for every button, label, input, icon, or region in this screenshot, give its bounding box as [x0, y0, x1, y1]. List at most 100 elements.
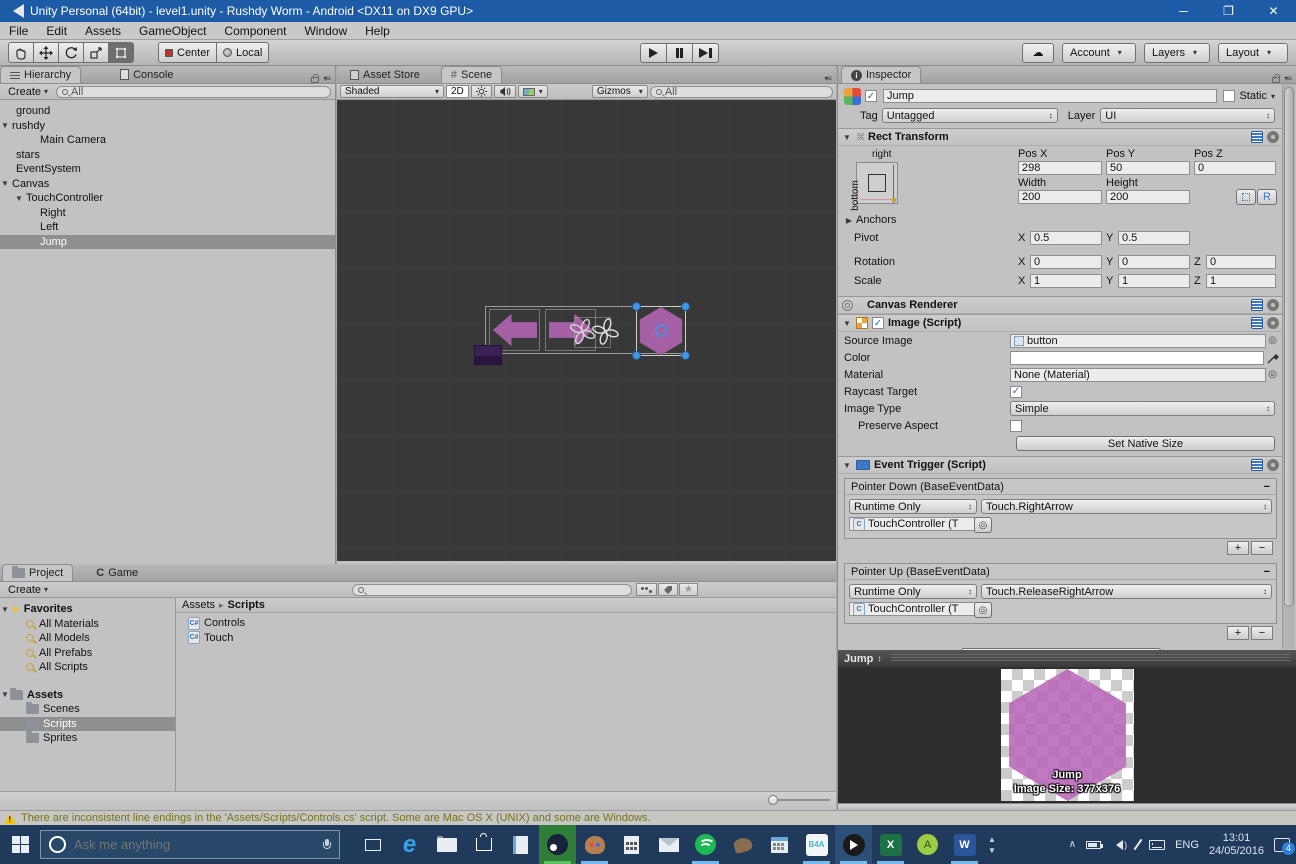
pivot-x-field[interactable]: 0.5 — [1030, 231, 1102, 245]
static-checkbox[interactable] — [1223, 90, 1235, 102]
menu-file[interactable]: File — [0, 22, 37, 40]
menu-edit[interactable]: Edit — [37, 22, 76, 40]
pos-x-field[interactable]: 298 — [1018, 161, 1102, 175]
account-dropdown[interactable]: Account▾ — [1062, 43, 1136, 63]
lock-icon[interactable] — [311, 77, 319, 83]
object-picker-button[interactable]: ◎ — [974, 517, 992, 533]
pos-z-field[interactable]: 0 — [1194, 161, 1276, 175]
draw-mode-dropdown[interactable]: Shaded▾ — [340, 85, 444, 98]
help-icon[interactable] — [1251, 299, 1263, 311]
steam-button[interactable] — [539, 825, 576, 864]
rotation-x-field[interactable]: 0 — [1030, 255, 1102, 269]
tab-hierarchy[interactable]: Hierarchy — [0, 66, 81, 83]
pivot-y-field[interactable]: 0.5 — [1118, 231, 1190, 245]
remove-event-row-button[interactable]: − — [1251, 626, 1273, 640]
help-icon[interactable] — [1251, 459, 1263, 471]
cloud-button[interactable]: ☁ — [1022, 43, 1054, 63]
pause-button[interactable] — [666, 43, 693, 63]
help-icon[interactable] — [1251, 131, 1263, 143]
width-field[interactable]: 200 — [1018, 190, 1102, 204]
hierarchy-item-main-camera[interactable]: Main Camera — [0, 133, 335, 148]
rect-handle-bottomleft[interactable] — [632, 351, 641, 360]
menu-window[interactable]: Window — [295, 22, 356, 40]
close-button[interactable]: ✕ — [1251, 0, 1296, 22]
anchor-preset-widget[interactable] — [856, 162, 898, 204]
tab-game[interactable]: C Game — [87, 564, 147, 581]
maximize-button[interactable]: ❐ — [1206, 0, 1251, 22]
menu-assets[interactable]: Assets — [76, 22, 130, 40]
effects-dropdown[interactable]: ▾ — [518, 85, 548, 98]
event-target-field[interactable]: CTouchController (T — [849, 517, 975, 531]
2d-toggle-button[interactable]: 2D — [446, 85, 469, 98]
status-bar[interactable]: There are inconsistent line endings in t… — [0, 810, 1296, 825]
active-checkbox[interactable]: ✓ — [865, 90, 877, 102]
notepad-button[interactable] — [502, 825, 539, 864]
favorite-all-materials[interactable]: All Materials — [0, 617, 175, 632]
foldout-open-icon[interactable]: ▼ — [842, 133, 852, 142]
preview-header[interactable]: Jump ↕ — [838, 650, 1296, 667]
menu-help[interactable]: Help — [356, 22, 399, 40]
move-tool-button[interactable] — [33, 42, 59, 63]
static-dropdown-icon[interactable]: ▾ — [1271, 92, 1275, 101]
color-swatch[interactable] — [1010, 351, 1264, 365]
b4a-button[interactable]: B4A — [798, 825, 835, 864]
blueprint-mode-button[interactable] — [1236, 189, 1256, 205]
thumbnail-zoom-slider[interactable] — [770, 799, 830, 801]
word-button[interactable]: W — [946, 825, 983, 864]
layout-dropdown[interactable]: Layout▾ — [1218, 43, 1288, 63]
add-event-row-button[interactable]: + — [1227, 541, 1249, 555]
search-by-type-button[interactable] — [636, 583, 657, 596]
unity-taskbar-button[interactable] — [835, 825, 872, 864]
rotation-z-field[interactable]: 0 — [1206, 255, 1276, 269]
scene-viewport[interactable] — [337, 100, 836, 561]
slider-knob[interactable] — [768, 795, 778, 805]
object-picker-icon[interactable]: ◎ — [1268, 335, 1277, 346]
android-studio-button[interactable]: A — [909, 825, 946, 864]
lock-icon[interactable] — [1272, 77, 1280, 83]
raw-mode-button[interactable]: R — [1257, 189, 1277, 205]
hierarchy-item-eventsystem[interactable]: EventSystem — [0, 162, 335, 177]
set-native-size-button[interactable]: Set Native Size — [1016, 436, 1275, 451]
remove-event-icon[interactable]: − — [1264, 481, 1270, 493]
source-image-field[interactable]: button — [1010, 334, 1266, 348]
action-center-button[interactable]: 4 — [1274, 838, 1290, 852]
folder-scripts-selected[interactable]: Scripts — [0, 717, 175, 732]
menu-gameobject[interactable]: GameObject — [130, 22, 215, 40]
anchors-foldout[interactable]: ▶Anchors — [844, 214, 896, 226]
tag-dropdown[interactable]: Untagged↕ — [882, 108, 1058, 123]
player-sprite[interactable] — [475, 346, 501, 364]
gizmos-dropdown[interactable]: Gizmos▾ — [592, 85, 648, 98]
search-by-label-button[interactable] — [658, 583, 678, 596]
event-target-field[interactable]: CTouchController (T — [849, 602, 975, 616]
event-mode-dropdown[interactable]: Runtime Only↕ — [849, 499, 977, 514]
height-field[interactable]: 200 — [1106, 190, 1190, 204]
folder-scenes[interactable]: Scenes — [0, 702, 175, 717]
foldout-open-icon[interactable]: ▼ — [0, 121, 10, 130]
favorite-all-models[interactable]: All Models — [0, 631, 175, 646]
scale-x-field[interactable]: 1 — [1030, 274, 1102, 288]
hierarchy-item-stars[interactable]: stars — [0, 148, 335, 163]
gameobject-name-field[interactable]: Jump — [883, 89, 1217, 103]
lighting-toggle-button[interactable] — [471, 85, 492, 98]
touch-keyboard-icon[interactable] — [1149, 840, 1165, 850]
eyedropper-icon[interactable] — [1267, 352, 1279, 364]
raycast-target-checkbox[interactable]: ✓ — [1010, 386, 1022, 398]
remove-event-icon[interactable]: − — [1264, 566, 1270, 578]
taskbar-search[interactable] — [40, 830, 340, 859]
edge-button[interactable]: e — [391, 825, 428, 864]
favorite-all-prefabs[interactable]: All Prefabs — [0, 646, 175, 661]
file-explorer-button[interactable] — [428, 825, 465, 864]
hierarchy-item-right[interactable]: Right — [0, 206, 335, 221]
hierarchy-item-left[interactable]: Left — [0, 220, 335, 235]
tab-project[interactable]: Project — [2, 564, 73, 581]
play-button[interactable] — [640, 43, 667, 63]
image-enabled-checkbox[interactable]: ✓ — [872, 317, 884, 329]
pivot-local-button[interactable]: Local — [216, 42, 269, 63]
add-event-row-button[interactable]: + — [1227, 626, 1249, 640]
inspector-scrollbar[interactable] — [1282, 84, 1295, 649]
foldout-open-icon[interactable]: ▼ — [842, 461, 852, 470]
foldout-open-icon[interactable]: ▼ — [0, 690, 10, 699]
event-function-dropdown[interactable]: Touch.ReleaseRightArrow↕ — [981, 584, 1272, 599]
foldout-open-icon[interactable]: ▼ — [0, 179, 10, 188]
breadcrumb-assets[interactable]: Assets — [182, 599, 215, 611]
